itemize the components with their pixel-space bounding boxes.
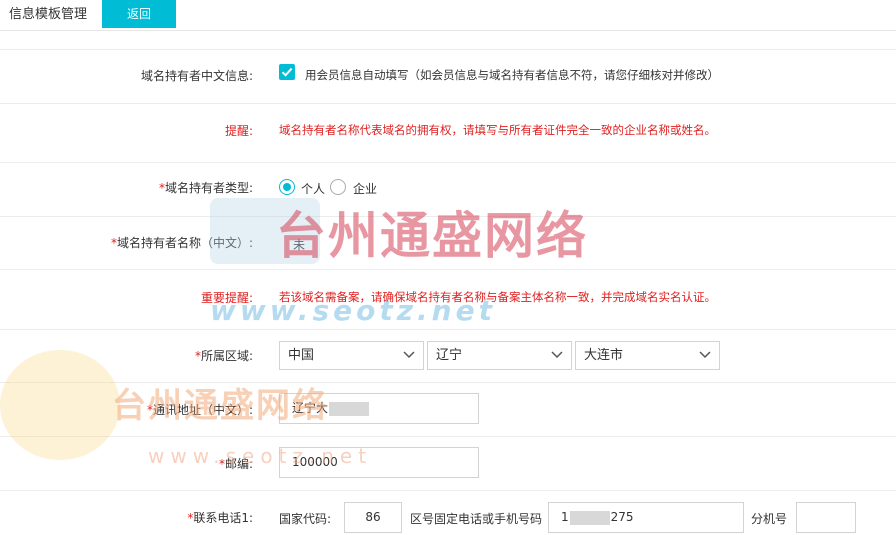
auto-fill-text: 用会员信息自动填写（如会员信息与域名持有者信息不符，请您仔细核对并修改） bbox=[305, 68, 719, 82]
owner-type-label-text: 域名持有者类型: bbox=[164, 181, 253, 195]
extension-input[interactable] bbox=[796, 502, 856, 533]
postcode-label-text: 邮编: bbox=[224, 457, 253, 471]
city-value: 大连市 bbox=[584, 348, 624, 363]
row-owner-type: *域名持有者类型: 个人 企业 bbox=[0, 163, 896, 217]
phone-number-prefix: 1 bbox=[561, 510, 569, 524]
country-code-label: 国家代码: bbox=[279, 512, 332, 526]
radio-enterprise[interactable] bbox=[330, 179, 346, 195]
owner-name-label-text: 域名持有者名称（中文）: bbox=[116, 236, 253, 250]
address-value: 辽宁大 bbox=[292, 401, 329, 415]
extension-label: 分机号 bbox=[751, 512, 788, 526]
auto-fill-checkbox[interactable] bbox=[279, 64, 295, 80]
postcode-input[interactable]: 100000 bbox=[279, 447, 479, 478]
radio-personal[interactable] bbox=[279, 179, 295, 195]
row-important: 重要提醒: 若该域名需备案，请确保域名持有者名称与备案主体名称一致，并完成域名实… bbox=[0, 270, 896, 330]
phone-number-suffix: 275 bbox=[610, 510, 634, 524]
row-cn-info: 域名持有者中文信息: 用会员信息自动填写（如会员信息与域名持有者信息不符，请您仔… bbox=[0, 49, 896, 104]
country-select[interactable]: 中国 bbox=[279, 341, 424, 370]
row-tip: 提醒: 域名持有者名称代表域名的拥有权，请填写与所有者证件完全一致的企业名称或姓… bbox=[0, 103, 896, 163]
row-phone: *联系电话1: 国家代码: 86 区号固定电话或手机号码 1 275 分机号 bbox=[0, 491, 896, 535]
address-label-text: 通讯地址（中文）: bbox=[152, 403, 253, 417]
province-value: 辽宁 bbox=[436, 348, 463, 363]
province-select[interactable]: 辽宁 bbox=[427, 341, 572, 370]
redaction-mask bbox=[569, 510, 610, 525]
owner-name-value[interactable]: 未 bbox=[293, 236, 305, 253]
row-address: *通讯地址（中文）: 辽宁大 bbox=[0, 383, 896, 437]
address-label: *通讯地址（中文）: bbox=[147, 401, 253, 418]
row-region: *所属区域: 中国 辽宁 大连市 bbox=[0, 330, 896, 383]
tip-text: 域名持有者名称代表域名的拥有权，请填写与所有者证件完全一致的企业名称或姓名。 bbox=[279, 123, 716, 137]
important-text: 若该域名需备案，请确保域名持有者名称与备案主体名称一致，并完成域名实名认证。 bbox=[279, 290, 716, 304]
owner-type-label: *域名持有者类型: bbox=[159, 179, 253, 196]
chevron-down-icon bbox=[403, 351, 415, 359]
row-owner-name: *域名持有者名称（中文）: 未 bbox=[0, 217, 896, 270]
address-input[interactable]: 辽宁大 bbox=[279, 393, 479, 424]
postcode-label: *邮编: bbox=[219, 455, 253, 472]
top-bar: 信息模板管理 返回 bbox=[0, 0, 896, 31]
chevron-down-icon bbox=[551, 351, 563, 359]
phone-label: *联系电话1: bbox=[187, 509, 253, 526]
owner-name-label: *域名持有者名称（中文）: bbox=[111, 234, 253, 251]
country-code-input[interactable]: 86 bbox=[344, 502, 402, 533]
region-label: *所属区域: bbox=[195, 347, 253, 364]
radio-personal-label[interactable]: 个人 bbox=[301, 180, 325, 197]
city-select[interactable]: 大连市 bbox=[575, 341, 720, 370]
tip-label: 提醒: bbox=[224, 124, 253, 138]
phone-number-label: 区号固定电话或手机号码 bbox=[410, 512, 543, 526]
check-icon bbox=[281, 67, 293, 77]
country-value: 中国 bbox=[288, 348, 315, 363]
chevron-down-icon bbox=[699, 351, 711, 359]
region-label-text: 所属区域: bbox=[200, 349, 253, 363]
back-button[interactable]: 返回 bbox=[102, 0, 176, 28]
radio-enterprise-label[interactable]: 企业 bbox=[353, 180, 377, 197]
redaction-mask bbox=[329, 401, 370, 416]
important-label: 重要提醒: bbox=[200, 291, 253, 305]
page-title: 信息模板管理 bbox=[9, 7, 88, 22]
phone-number-input[interactable]: 1 275 bbox=[548, 502, 744, 533]
phone-label-text: 联系电话1: bbox=[193, 511, 253, 525]
row-postcode: *邮编: 100000 bbox=[0, 437, 896, 491]
cn-info-label: 域名持有者中文信息: bbox=[140, 69, 253, 83]
